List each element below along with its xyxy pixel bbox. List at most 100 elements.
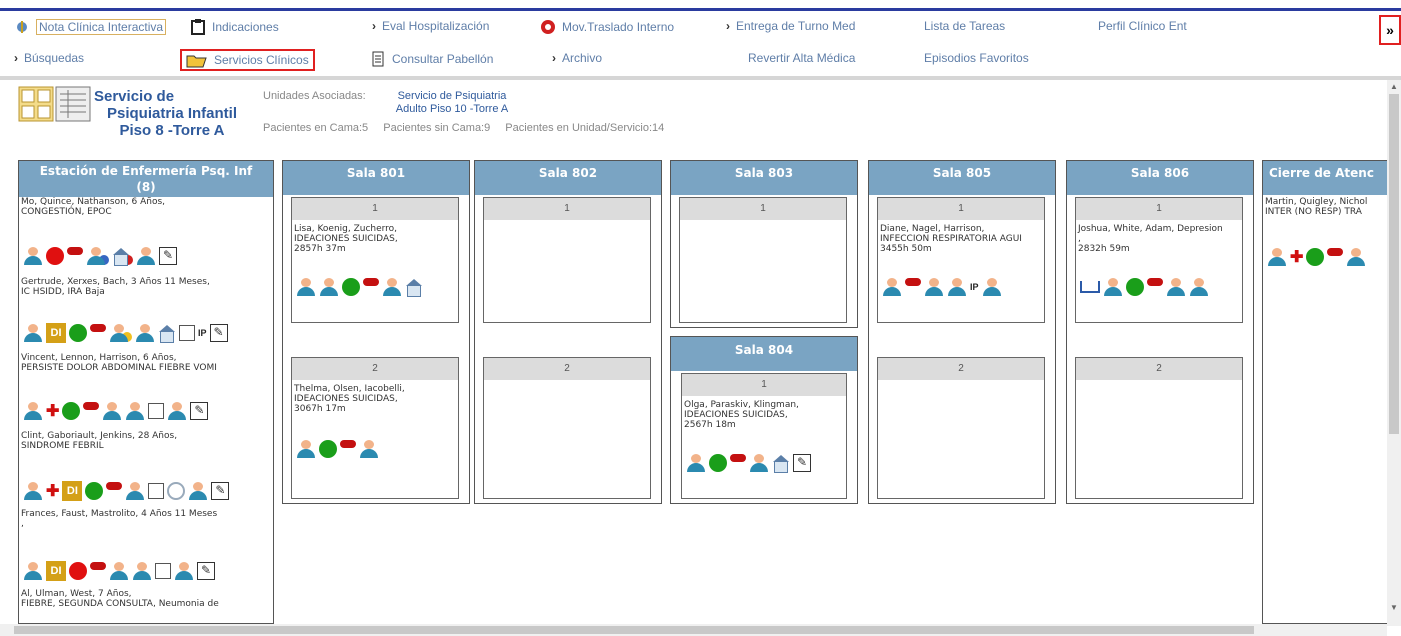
home-icon[interactable] <box>112 248 130 266</box>
horizontal-scrollbar[interactable] <box>0 624 1387 636</box>
status-green-icon[interactable] <box>62 402 81 420</box>
nav-perfil-clinico[interactable]: Perfil Clínico Ent <box>1098 19 1187 33</box>
layout-grid-icon[interactable] <box>18 86 92 124</box>
user-warning-icon[interactable] <box>319 278 339 296</box>
user-search-icon[interactable] <box>749 454 769 472</box>
user-icon[interactable] <box>23 247 43 265</box>
user-icon[interactable] <box>23 562 43 580</box>
medication-icon[interactable] <box>340 440 356 448</box>
user-search-icon[interactable] <box>359 440 379 458</box>
user-search-icon[interactable] <box>125 402 145 420</box>
medication-icon[interactable] <box>363 278 379 286</box>
note-edit-icon[interactable]: ✎ <box>197 562 215 580</box>
nav-lista-tareas[interactable]: Lista de Tareas <box>924 19 1005 33</box>
user-icon[interactable] <box>882 278 902 296</box>
medication-icon[interactable] <box>90 324 106 332</box>
user-warning-icon[interactable] <box>109 324 129 342</box>
patient-entry[interactable]: Clint, Gaboriault, Jenkins, 28 Años, SIN… <box>21 431 273 451</box>
nav-indicaciones[interactable]: Indicaciones <box>190 19 279 35</box>
scroll-up-icon[interactable]: ▲ <box>1390 82 1398 91</box>
calendar-icon[interactable] <box>155 563 171 579</box>
user-alert-icon[interactable] <box>982 278 1002 296</box>
bed-slot[interactable]: 2 Thelma, Olsen, Iacobelli, IDEACIONES S… <box>291 357 459 499</box>
bed-slot[interactable]: 2 <box>1075 357 1243 499</box>
di-badge[interactable]: DI <box>62 481 83 501</box>
medication-icon[interactable] <box>106 482 123 490</box>
status-green-icon[interactable] <box>319 440 337 458</box>
medication-icon[interactable] <box>83 402 100 410</box>
status-green-icon[interactable] <box>85 482 104 500</box>
nav-eval-hospitalizacion[interactable]: › Eval Hospitalización <box>372 19 489 33</box>
patient-entry[interactable]: Al, Ulman, West, 7 Años, FIEBRE, SEGUNDA… <box>21 589 273 609</box>
patient-entry[interactable]: Martin, Quigley, Nichol INTER (NO RESP) … <box>1265 197 1395 217</box>
user-icon[interactable] <box>296 278 316 296</box>
nav-nota-clinica[interactable]: Nota Clínica Interactiva <box>14 19 167 35</box>
user-search-icon[interactable] <box>382 278 402 296</box>
nav-consultar-pabellon[interactable]: Consultar Pabellón <box>370 51 493 67</box>
magnifier-icon[interactable] <box>167 482 186 500</box>
ip-icon[interactable]: IP <box>970 282 979 292</box>
user-icon[interactable] <box>23 402 43 420</box>
medication-icon[interactable] <box>905 278 921 286</box>
user-icon[interactable] <box>1267 248 1287 266</box>
user-alert-icon[interactable] <box>136 247 156 265</box>
di-badge[interactable]: DI <box>46 561 66 581</box>
user-search-icon[interactable] <box>1189 278 1209 296</box>
medical-cross-icon[interactable]: ✚ <box>46 401 59 421</box>
user-icon[interactable] <box>686 454 706 472</box>
nav-mov-traslado[interactable]: Mov.Traslado Interno <box>540 19 674 35</box>
bed-slot[interactable]: 1 Joshua, White, Adam, Depresion , 2832h… <box>1075 197 1243 323</box>
calendar-icon[interactable] <box>179 325 195 341</box>
bed-icon[interactable] <box>1080 281 1100 293</box>
bed-slot[interactable]: 1 <box>483 197 651 323</box>
status-green-icon[interactable] <box>1126 278 1144 296</box>
user-icon[interactable] <box>23 324 43 342</box>
status-green-icon[interactable] <box>709 454 727 472</box>
note-edit-icon[interactable]: ✎ <box>159 247 177 265</box>
note-edit-icon[interactable]: ✎ <box>793 454 811 472</box>
note-edit-icon[interactable]: ✎ <box>209 324 228 342</box>
user-icon[interactable] <box>23 482 43 500</box>
collapse-menu-button[interactable]: » <box>1379 15 1401 45</box>
di-badge[interactable]: DI <box>46 323 66 343</box>
medication-icon[interactable] <box>1327 248 1344 256</box>
home-icon[interactable] <box>158 325 176 343</box>
bed-slot[interactable]: 1 Diane, Nagel, Harrison, INFECCION RESP… <box>877 197 1045 323</box>
patient-entry[interactable]: Gertrude, Xerxes, Bach, 3 Años 11 Meses,… <box>21 277 273 297</box>
scroll-down-icon[interactable]: ▼ <box>1390 603 1398 612</box>
medical-cross-icon[interactable]: ✚ <box>1290 247 1303 267</box>
bed-slot[interactable]: 1 Lisa, Koenig, Zucherro, IDEACIONES SUI… <box>291 197 459 323</box>
status-green-icon[interactable] <box>342 278 360 296</box>
nav-busquedas[interactable]: › Búsquedas <box>14 51 84 65</box>
note-edit-icon[interactable]: ✎ <box>190 402 209 420</box>
user-search-icon[interactable] <box>125 482 145 500</box>
nav-episodios-favoritos[interactable]: Episodios Favoritos <box>924 51 1029 65</box>
user-icon[interactable] <box>296 440 316 458</box>
medication-icon[interactable] <box>730 454 746 462</box>
home-icon[interactable] <box>772 455 790 473</box>
user-warning-icon[interactable] <box>109 562 129 580</box>
bed-slot[interactable]: 1 Olga, Paraskiv, Klingman, IDEACIONES S… <box>681 373 847 499</box>
user-warning-icon[interactable] <box>102 402 122 420</box>
user-search-icon[interactable] <box>132 562 152 580</box>
user-search-icon[interactable] <box>135 324 155 342</box>
nav-revertir-alta[interactable]: Revertir Alta Médica <box>748 51 855 65</box>
bed-slot[interactable]: 1 <box>679 197 847 323</box>
patient-entry[interactable]: Frances, Faust, Mastrolito, 4 Años 11 Me… <box>21 509 273 529</box>
calendar-icon[interactable] <box>148 403 165 419</box>
user-search-icon[interactable] <box>1346 248 1366 266</box>
user-alert-icon[interactable] <box>188 482 208 500</box>
patient-entry[interactable]: Mo, Quince, Nathanson, 6 Años, CONGESTIÓ… <box>21 197 273 217</box>
nav-archivo[interactable]: › Archivo <box>552 51 602 65</box>
user-warning-icon[interactable] <box>1166 278 1186 296</box>
horizontal-scroll-thumb[interactable] <box>14 626 1254 634</box>
nav-servicios-clinicos[interactable]: Servicios Clínicos <box>180 49 315 71</box>
user-icon[interactable] <box>1103 278 1123 296</box>
user-warning-icon[interactable] <box>924 278 944 296</box>
home-icon[interactable] <box>405 279 423 297</box>
status-red-icon[interactable] <box>69 562 87 580</box>
user-alert-icon[interactable] <box>174 562 194 580</box>
calendar-icon[interactable] <box>148 483 165 499</box>
nav-entrega-turno[interactable]: › Entrega de Turno Med <box>726 19 855 33</box>
status-green-icon[interactable] <box>69 324 87 342</box>
